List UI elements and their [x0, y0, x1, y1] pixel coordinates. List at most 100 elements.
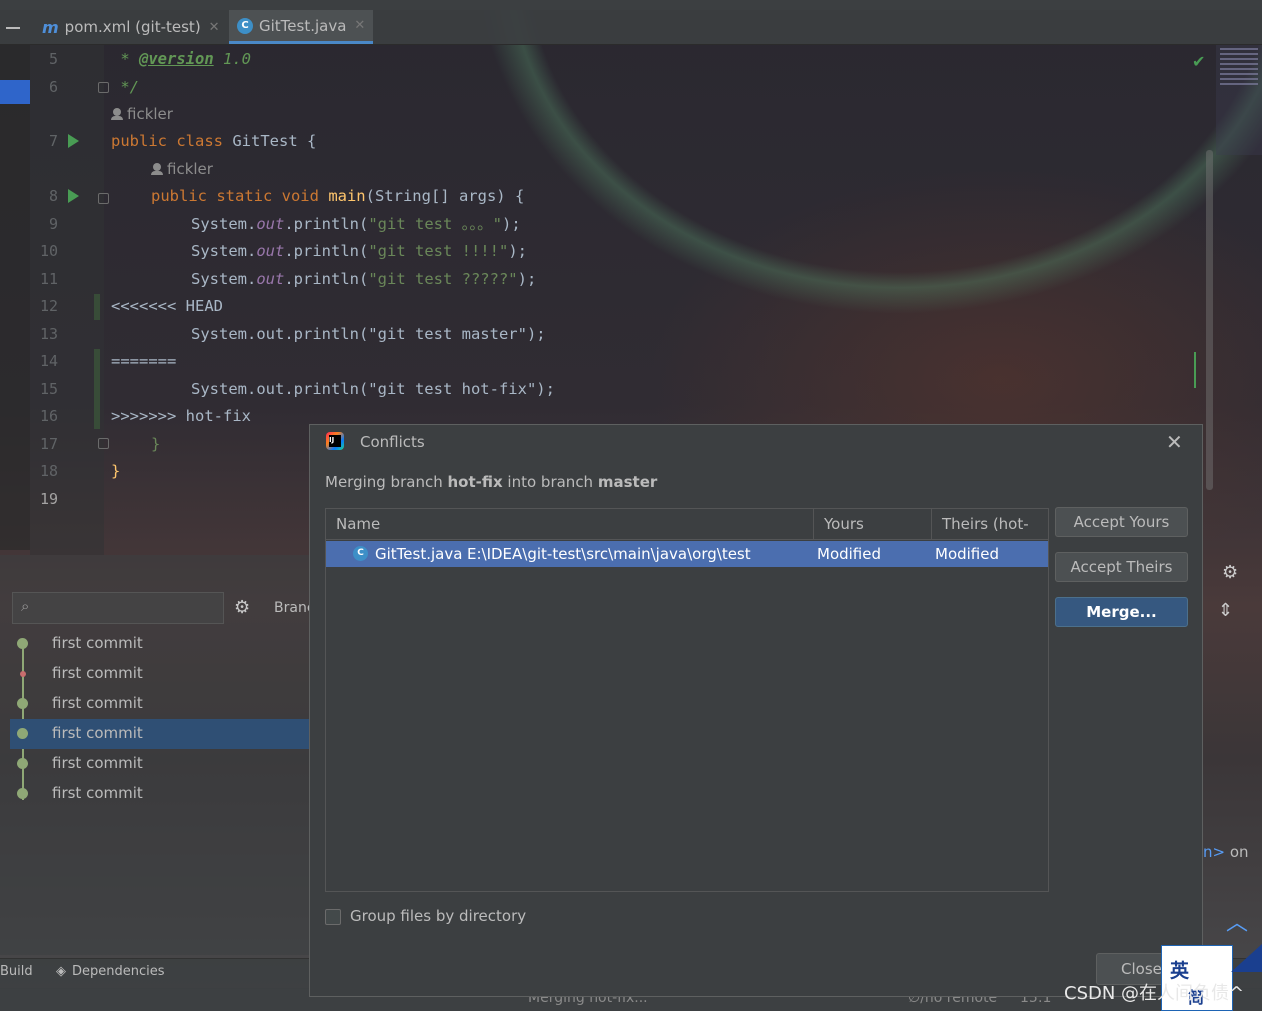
- tab-pom-xml[interactable]: m pom.xml (git-test) ✕: [42, 10, 220, 44]
- code-line: }: [111, 462, 121, 480]
- ime-corner-decoration: [1231, 944, 1262, 972]
- git-search-input[interactable]: ⌕: [12, 592, 224, 624]
- commit-row-selected[interactable]: first commit: [10, 719, 310, 749]
- tab-gittest-java[interactable]: C GitTest.java ✕: [229, 10, 374, 44]
- dependencies-icon: ◈: [56, 964, 66, 979]
- run-icon[interactable]: [68, 189, 79, 203]
- dependencies-tab[interactable]: ◈ Dependencies: [56, 964, 165, 979]
- conflicts-table: Name Yours (master) Theirs (hot-fix) C G…: [325, 508, 1049, 892]
- line-number: 15: [39, 380, 58, 398]
- line-number: 11: [39, 270, 58, 288]
- code-minimap[interactable]: [1216, 45, 1262, 155]
- line-number: 10: [39, 242, 58, 260]
- close-icon[interactable]: ✕: [354, 18, 365, 33]
- yours-status: Modified: [817, 545, 882, 563]
- watermark: CSDN @在人间负债^: [1064, 983, 1245, 1004]
- code-line: System.out.println("git test master");: [191, 325, 546, 343]
- commit-row[interactable]: first commit: [10, 749, 310, 779]
- commit-row[interactable]: first commit: [10, 779, 310, 809]
- merge-message: Merging branch hot-fix into branch maste…: [325, 473, 658, 491]
- code-line: System.out.println("git test ?????");: [191, 270, 537, 288]
- search-icon: ⌕: [21, 597, 30, 615]
- change-stripe: [1194, 352, 1196, 388]
- change-marker: [94, 294, 100, 320]
- line-number: 16: [39, 407, 58, 425]
- maven-icon: m: [42, 17, 59, 37]
- editor-tab-bar: m pom.xml (git-test) ✕ C GitTest.java ✕: [0, 10, 1262, 45]
- code-line: public class GitTest {: [111, 132, 317, 150]
- fold-icon[interactable]: [98, 438, 109, 449]
- toolbar-strip: [0, 0, 1262, 10]
- line-number: 18: [39, 462, 58, 480]
- table-row-selected[interactable]: C GitTest.java E:\IDEA\git-test\src\main…: [326, 541, 1048, 567]
- line-number: 8: [48, 187, 58, 205]
- author-hint[interactable]: fickler: [151, 159, 213, 179]
- code-line: public static void main(String[] args) {: [151, 187, 525, 205]
- run-icon[interactable]: [68, 134, 79, 148]
- tab-label: GitTest.java: [259, 16, 347, 35]
- accept-yours-button[interactable]: Accept Yours: [1055, 507, 1188, 537]
- close-icon[interactable]: ✕: [1166, 430, 1183, 454]
- line-number: 9: [48, 215, 58, 233]
- editor-scrollbar[interactable]: [1206, 150, 1213, 490]
- conflicts-dialog: Conflicts ✕ Merging branch hot-fix into …: [309, 424, 1203, 997]
- class-icon: C: [237, 17, 253, 34]
- collapse-icon[interactable]: ⇕: [1218, 600, 1233, 621]
- commit-row[interactable]: first commit: [10, 659, 310, 689]
- commit-row[interactable]: first commit: [10, 689, 310, 719]
- code-line: */: [111, 78, 139, 96]
- column-header-name[interactable]: Name: [326, 509, 814, 540]
- chevron-up-icon[interactable]: ︿: [1226, 905, 1248, 937]
- project-panel-edge: [0, 45, 30, 550]
- group-by-directory-checkbox[interactable]: [325, 909, 341, 925]
- line-number: 17: [39, 435, 58, 453]
- gear-icon[interactable]: ⚙: [1222, 562, 1238, 583]
- code-line: System.out.println("git test hot-fix");: [191, 380, 555, 398]
- line-number: 7: [48, 132, 58, 150]
- commit-node: [20, 671, 26, 677]
- conflict-marker-end: >>>>>>> hot-fix: [111, 407, 251, 425]
- code-line: System.out.println("git test 。。。");: [191, 215, 521, 233]
- commit-node: [17, 698, 28, 709]
- commit-details-text: n> on: [1203, 843, 1249, 861]
- project-selection: [0, 80, 30, 104]
- author-hint[interactable]: fickler: [111, 104, 173, 124]
- line-number: 13: [39, 325, 58, 343]
- line-number: 5: [48, 50, 58, 68]
- gear-icon[interactable]: ⚙: [234, 597, 250, 618]
- no-problems-check-icon[interactable]: ✔: [1192, 52, 1205, 71]
- line-number-current: 19: [39, 490, 58, 508]
- commit-node: [17, 758, 28, 769]
- build-tab[interactable]: Build: [0, 964, 33, 979]
- file-name: GitTest.java: [375, 545, 463, 563]
- group-by-directory-label[interactable]: Group files by directory: [350, 907, 526, 925]
- minimize-icon[interactable]: [6, 27, 20, 29]
- fold-icon[interactable]: [98, 82, 109, 93]
- conflict-marker-head: <<<<<<< HEAD: [111, 297, 223, 315]
- commit-node: [17, 788, 28, 799]
- change-marker: [94, 349, 100, 429]
- conflict-marker-separator: =======: [111, 352, 177, 370]
- file-path: E:\IDEA\git-test\src\main\java\org\test: [467, 545, 751, 563]
- intellij-logo-icon: [326, 432, 344, 450]
- line-number: 12: [39, 297, 58, 315]
- tab-label: pom.xml (git-test): [64, 18, 201, 36]
- user-icon: [111, 108, 123, 120]
- column-header-theirs[interactable]: Theirs (hot-fix): [932, 509, 1048, 564]
- line-number: 14: [39, 352, 58, 370]
- commit-row[interactable]: first commit: [10, 629, 310, 659]
- column-header-yours[interactable]: Yours (master): [814, 509, 932, 564]
- commit-node: [17, 638, 28, 649]
- accept-theirs-button[interactable]: Accept Theirs: [1055, 552, 1188, 582]
- code-line: System.out.println("git test !!!!");: [191, 242, 527, 260]
- close-icon[interactable]: ✕: [209, 20, 220, 35]
- merge-button[interactable]: Merge...: [1055, 597, 1188, 627]
- class-icon: C: [353, 546, 368, 561]
- fold-icon[interactable]: [98, 193, 109, 204]
- commit-node: [17, 728, 28, 739]
- line-number: 6: [48, 78, 58, 96]
- theirs-status: Modified: [935, 545, 1000, 563]
- code-line: * @version 1.0: [111, 50, 251, 68]
- dialog-title: Conflicts: [360, 433, 425, 451]
- code-line: }: [151, 435, 161, 453]
